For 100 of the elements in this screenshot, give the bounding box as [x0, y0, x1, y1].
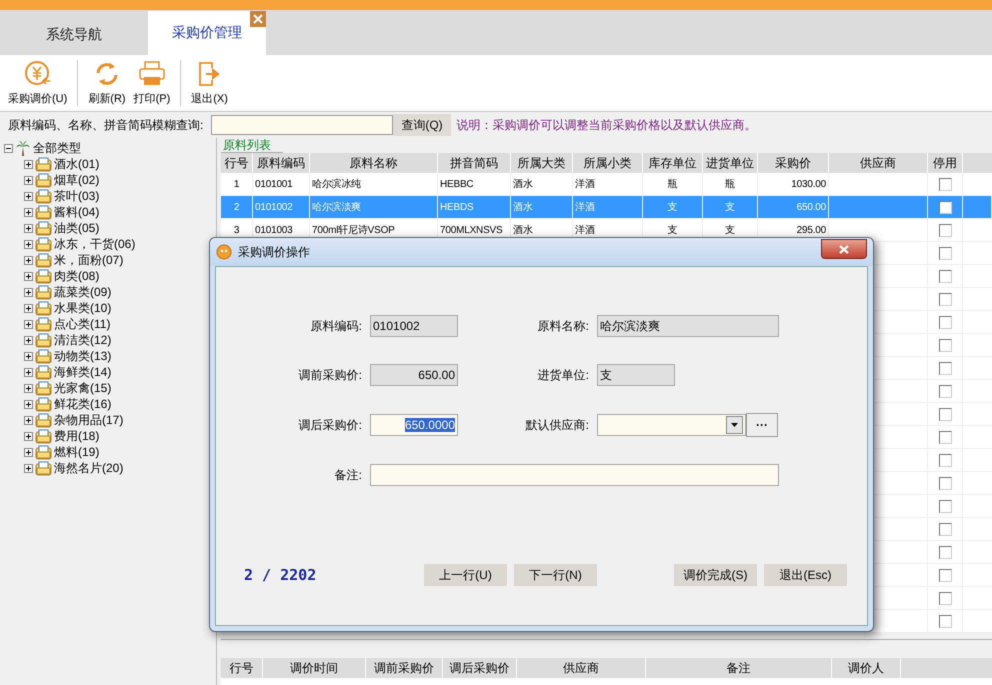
column-header[interactable]: 调后采购价 [443, 658, 517, 678]
tree-item[interactable]: 动物类(13) [54, 348, 112, 364]
column-header[interactable]: 行号 [221, 658, 263, 678]
tree-item[interactable]: 蔬菜类(09) [54, 284, 112, 300]
dialog-button[interactable]: 调价完成(S) [674, 564, 757, 586]
checkbox[interactable] [938, 270, 952, 282]
tab[interactable]: 系统导航 [0, 15, 148, 55]
browse-button[interactable]: ··· [746, 413, 778, 437]
search-field[interactable] [211, 115, 394, 135]
column-header[interactable]: 原料名称 [310, 153, 438, 173]
checkbox[interactable] [938, 476, 952, 490]
unit-field[interactable]: 支 [597, 364, 675, 386]
tree-item[interactable]: 油类(05) [54, 220, 100, 236]
column-header[interactable]: 所属大类 [511, 153, 573, 173]
dialog-button[interactable]: 退出(Esc) [764, 564, 847, 586]
checkbox[interactable] [938, 246, 952, 260]
toolbar-button[interactable]: 采购调价(U) [4, 58, 72, 108]
expand-icon[interactable] [24, 416, 33, 424]
tree-item[interactable]: 茶叶(03) [54, 188, 100, 204]
tree-item[interactable]: 米，面粉(07) [54, 252, 124, 268]
toolbar-button[interactable]: 退出(X) [187, 58, 232, 108]
expand-icon[interactable] [24, 448, 33, 456]
column-header[interactable]: 停用 [928, 153, 963, 173]
tree-item[interactable]: 水果类(10) [54, 300, 112, 316]
column-header[interactable]: 所属小类 [573, 153, 643, 173]
price-input-field[interactable]: 650.0000 [370, 414, 458, 436]
dialog-button[interactable]: 下一行(N) [514, 564, 597, 586]
tab[interactable]: 采购价管理 [148, 11, 266, 55]
checkbox[interactable] [938, 614, 952, 628]
tree-item[interactable]: 海然名片(20) [54, 460, 124, 476]
close-button[interactable] [821, 239, 867, 259]
checkbox[interactable] [938, 362, 952, 374]
column-header[interactable]: 采购价 [758, 153, 829, 173]
name-field[interactable]: 哈尔滨淡爽 [597, 315, 779, 337]
expand-icon[interactable] [24, 464, 33, 472]
toolbar-button[interactable]: 刷新(R) [84, 58, 130, 108]
expand-icon[interactable] [24, 384, 33, 392]
expand-icon[interactable] [24, 272, 33, 280]
expand-icon[interactable] [24, 352, 33, 360]
column-header[interactable]: 行号 [221, 153, 253, 173]
code-field[interactable]: 0101002 [370, 315, 458, 337]
expand-icon[interactable] [24, 176, 33, 184]
column-header[interactable]: 调价时间 [263, 658, 366, 678]
checkbox[interactable] [938, 224, 952, 236]
checkbox[interactable] [938, 522, 952, 536]
tree-item[interactable]: 肉类(08) [54, 268, 100, 284]
tree-item[interactable]: 全部类型 [33, 140, 81, 156]
expand-icon[interactable] [24, 432, 33, 440]
expand-icon[interactable] [24, 160, 33, 168]
checkbox[interactable] [938, 200, 952, 214]
checkbox[interactable] [938, 384, 952, 398]
memo-field[interactable] [370, 464, 779, 486]
column-header[interactable]: 备注 [646, 658, 832, 678]
toolbar-button[interactable]: 打印(P) [130, 58, 174, 108]
tree-item[interactable]: 海鲜类(14) [54, 364, 112, 380]
collapse-icon[interactable] [4, 144, 13, 152]
expand-icon[interactable] [24, 304, 33, 312]
expand-icon[interactable] [24, 288, 33, 296]
tree-item[interactable]: 光家禽(15) [54, 380, 112, 396]
checkbox[interactable] [938, 500, 952, 512]
expand-icon[interactable] [24, 368, 33, 376]
supplier-dropdown[interactable] [597, 414, 746, 436]
column-header[interactable]: 进货单位 [703, 153, 758, 173]
expand-icon[interactable] [24, 336, 33, 344]
expand-icon[interactable] [24, 224, 33, 232]
query-button[interactable]: 查询(Q) [393, 114, 451, 136]
dialog-button[interactable]: 上一行(U) [424, 564, 507, 586]
tree-item[interactable]: 点心类(11) [54, 316, 110, 332]
expand-icon[interactable] [24, 208, 33, 216]
tree-item[interactable]: 清洁类(12) [54, 332, 112, 348]
expand-icon[interactable] [24, 400, 33, 408]
expand-icon[interactable] [24, 192, 33, 200]
column-header[interactable]: 原料编码 [253, 153, 310, 173]
checkbox[interactable] [938, 568, 952, 582]
checkbox[interactable] [938, 546, 952, 558]
column-header[interactable]: 供应商 [517, 658, 646, 678]
checkbox[interactable] [938, 292, 952, 306]
column-header[interactable]: 拼音简码 [438, 153, 511, 173]
checkbox[interactable] [938, 430, 952, 444]
checkbox[interactable] [938, 408, 952, 420]
expand-icon[interactable] [24, 256, 33, 264]
column-header[interactable]: 调价人 [832, 658, 901, 678]
checkbox[interactable] [938, 316, 952, 328]
tree-item[interactable]: 烟草(02) [54, 172, 100, 188]
tree-item[interactable]: 酱料(04) [54, 204, 100, 220]
tree-item[interactable]: 冰东，干货(06) [54, 236, 136, 252]
tree-item[interactable]: 酒水(01) [54, 156, 100, 172]
column-header[interactable]: 库存单位 [643, 153, 703, 173]
column-header[interactable]: 供应商 [829, 153, 928, 173]
checkbox[interactable] [938, 454, 952, 466]
column-header[interactable]: 调前采购价 [366, 658, 443, 678]
price-field[interactable]: 650.00 [370, 364, 458, 386]
checkbox[interactable] [938, 178, 952, 190]
expand-icon[interactable] [24, 320, 33, 328]
checkbox[interactable] [938, 592, 952, 604]
checkbox[interactable] [938, 338, 952, 352]
tree-item[interactable]: 费用(18) [54, 428, 100, 444]
tree-item[interactable]: 燃料(19) [54, 444, 100, 460]
expand-icon[interactable] [24, 240, 33, 248]
tree-item[interactable]: 杂物用品(17) [54, 412, 124, 428]
